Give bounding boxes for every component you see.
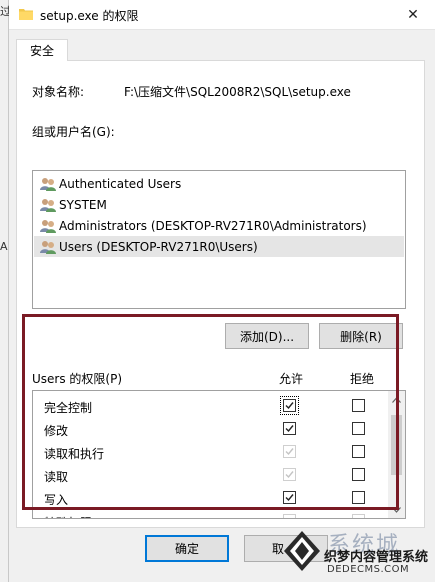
object-name-value: F:\压缩文件\SQL2008R2\SQL\setup.exe [124,85,351,99]
chevron-down-icon [392,506,401,513]
object-name-label: 对象名称: [32,85,85,99]
deny-checkbox[interactable] [352,491,365,504]
scroll-down-button[interactable] [388,501,405,518]
chevron-up-icon [392,396,401,403]
ok-button[interactable]: 确定 [145,535,229,562]
deny-checkbox [352,514,365,518]
permission-row: 写入 [33,487,388,510]
checkmark-icon [285,448,294,456]
deny-checkbox[interactable] [352,468,365,481]
checkmark-icon [285,402,294,410]
user-label: Administrators (DESKTOP-RV271R0\Administ… [59,218,367,233]
allow-checkbox[interactable] [283,422,296,435]
permission-name: 完全控制 [44,401,93,415]
allow-checkbox [283,468,296,481]
groups-label: 组或用户名(G): [32,125,115,139]
allow-checkbox[interactable] [283,491,296,504]
user-label: SYSTEM [59,197,107,212]
permission-name: 修改 [44,424,69,438]
permissions-listbox: 完全控制修改读取和执行读取写入特殊权限 [32,390,406,519]
allow-column-header: 允许 [279,372,304,386]
scroll-up-button[interactable] [388,391,405,408]
permission-row: 完全控制 [33,395,388,418]
allow-checkbox [283,445,296,458]
permission-row: 读取和执行 [33,441,388,464]
permissions-label: Users 的权限(P) [32,372,123,386]
title-bar: setup.exe 的权限 ✕ [9,0,435,30]
user-label: Authenticated Users [59,176,182,191]
permission-row: 读取 [33,464,388,487]
add-button[interactable]: 添加(D)... [225,323,309,349]
tab-label: 安全 [29,44,54,58]
list-item[interactable]: SYSTEM [34,194,404,215]
checkmark-icon [285,425,294,433]
cancel-button[interactable]: 取 [244,535,328,562]
permission-name: 读取 [44,470,69,484]
background-window-text: A [0,240,8,253]
list-item[interactable]: Administrators (DESKTOP-RV271R0\Administ… [34,215,404,236]
user-label: Users (DESKTOP-RV271R0\Users) [59,239,258,254]
permission-row: 修改 [33,418,388,441]
users-icon [40,219,56,233]
folder-icon [19,9,33,20]
permissions-scrollbar[interactable] [388,391,405,518]
window-title: setup.exe 的权限 [40,9,139,23]
deny-checkbox[interactable] [352,399,365,412]
checkmark-icon [285,471,294,479]
close-icon: ✕ [407,7,419,23]
permission-name: 读取和执行 [44,447,105,461]
users-listbox[interactable]: Authenticated Users SYSTEM Administrator… [32,170,406,309]
users-icon [40,198,56,212]
remove-button[interactable]: 删除(R) [319,323,403,349]
allow-checkbox [283,514,296,518]
allow-checkbox[interactable] [280,396,299,415]
deny-column-header: 拒绝 [350,372,375,386]
deny-checkbox[interactable] [352,422,365,435]
permission-name: 特殊权限 [44,514,92,518]
tab-security[interactable]: 安全 [16,39,68,61]
permission-name: 写入 [44,493,69,507]
deny-checkbox[interactable] [352,445,365,458]
permission-row: 特殊权限 [33,510,388,518]
scroll-thumb[interactable] [391,415,402,475]
security-panel: 对象名称: F:\压缩文件\SQL2008R2\SQL\setup.exe 组或… [16,60,425,528]
users-icon [40,240,56,254]
list-item-selected[interactable]: Users (DESKTOP-RV271R0\Users) [34,236,404,257]
permissions-dialog: 安全 对象名称: F:\压缩文件\SQL2008R2\SQL\setup.exe… [9,30,435,582]
users-icon [40,177,56,191]
close-button[interactable]: ✕ [399,3,427,27]
background-window-edge: 过 A [0,0,11,582]
checkmark-icon [285,494,294,502]
list-item[interactable]: Authenticated Users [34,173,404,194]
